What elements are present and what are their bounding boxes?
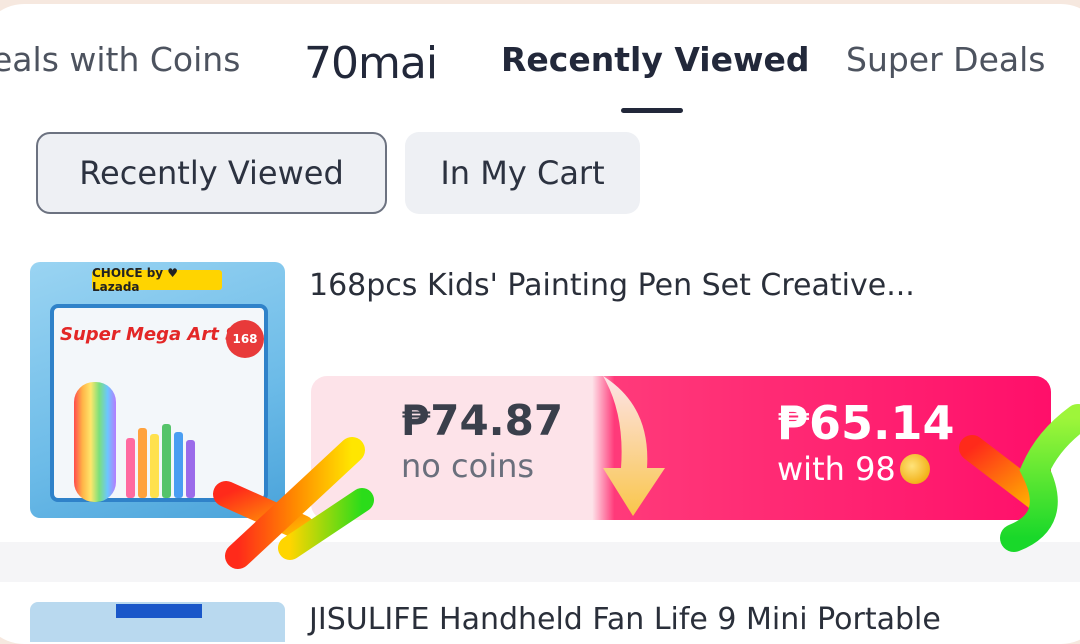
piece-count-badge: 168 (226, 320, 264, 358)
70mai-logo-icon: 70mai (304, 38, 438, 88)
next-product-tag (116, 604, 202, 618)
price-comparison-box[interactable]: ₱74.87 no coins ₱65.14 with 98 (311, 376, 1051, 520)
recommendation-card: eals with Coins 70mai Recently Viewed Su… (0, 4, 1080, 644)
tab-deals-with-coins[interactable]: eals with Coins (0, 40, 240, 79)
coin-price-block: ₱65.14 with 98 (777, 396, 955, 488)
tab-strip: eals with Coins 70mai Recently Viewed Su… (0, 4, 1080, 124)
row-divider (0, 542, 1080, 582)
coin-icon (899, 454, 930, 484)
next-product-thumbnail[interactable] (30, 602, 285, 642)
coin-price-note-row: with 98 (777, 450, 955, 488)
down-arrow-icon (603, 376, 665, 516)
rainbow-decoration (74, 382, 116, 502)
tab-super-deals[interactable]: Super Deals (846, 40, 1045, 79)
original-price-block: ₱74.87 no coins (401, 396, 563, 485)
active-tab-indicator (621, 108, 683, 113)
next-product-title[interactable]: JISULIFE Handheld Fan Life 9 Mini Portab… (309, 602, 941, 637)
choice-lazada-badge: CHOICE by ♥ Lazada (92, 266, 222, 294)
coin-price-note: with 98 (777, 450, 896, 488)
product-thumbnail[interactable]: CHOICE by ♥ Lazada Super Mega Art Set 16… (30, 262, 285, 518)
svg-text:70mai: 70mai (304, 38, 437, 88)
filter-recently-viewed[interactable]: Recently Viewed (36, 132, 387, 214)
coin-price: ₱65.14 (777, 396, 955, 450)
original-price: ₱74.87 (401, 396, 564, 445)
tab-recently-viewed[interactable]: Recently Viewed (501, 40, 809, 79)
filter-in-my-cart[interactable]: In My Cart (405, 132, 640, 214)
original-price-note: no coins (401, 447, 535, 485)
product-title[interactable]: 168pcs Kids' Painting Pen Set Creative..… (309, 268, 915, 303)
tab-70mai-logo[interactable]: 70mai (304, 36, 454, 88)
